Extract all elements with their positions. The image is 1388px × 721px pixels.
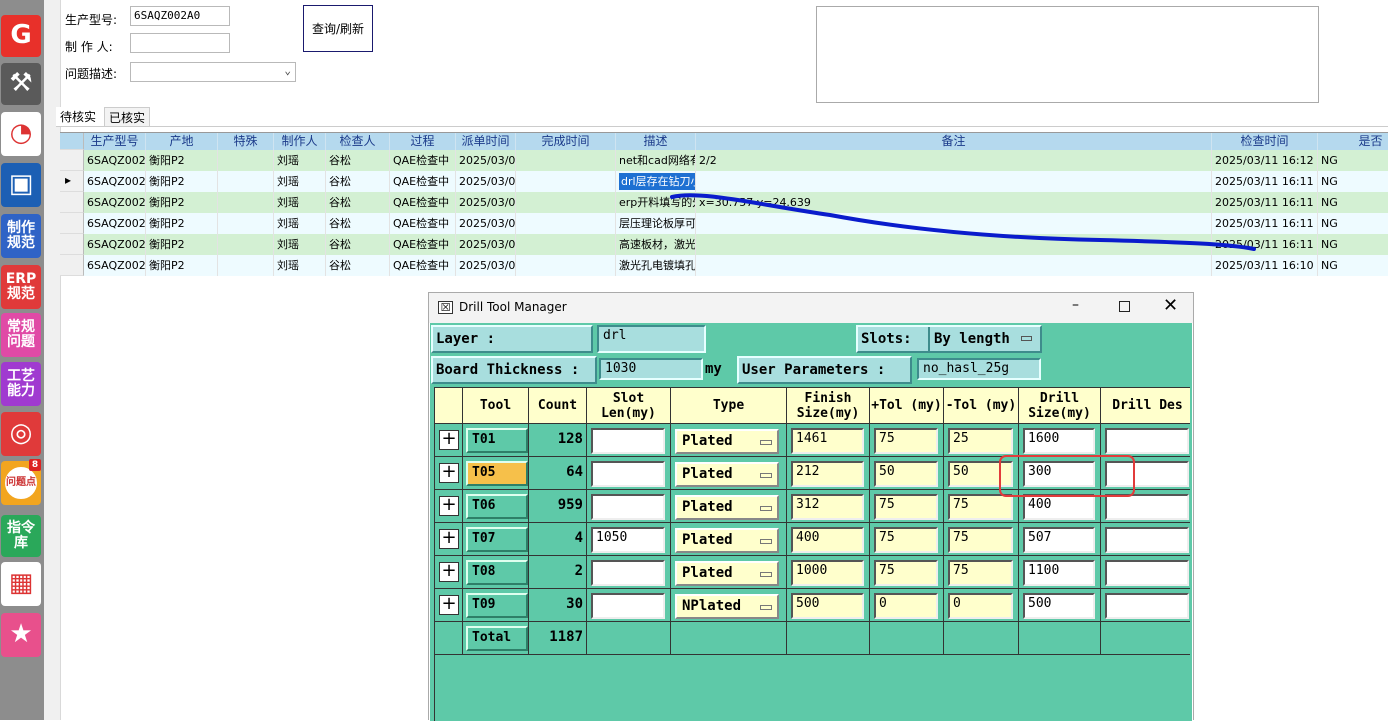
annotation-layer bbox=[670, 193, 1256, 497]
blue-underline-annotation bbox=[670, 193, 1256, 251]
red-highlight-annotation bbox=[999, 455, 1135, 497]
